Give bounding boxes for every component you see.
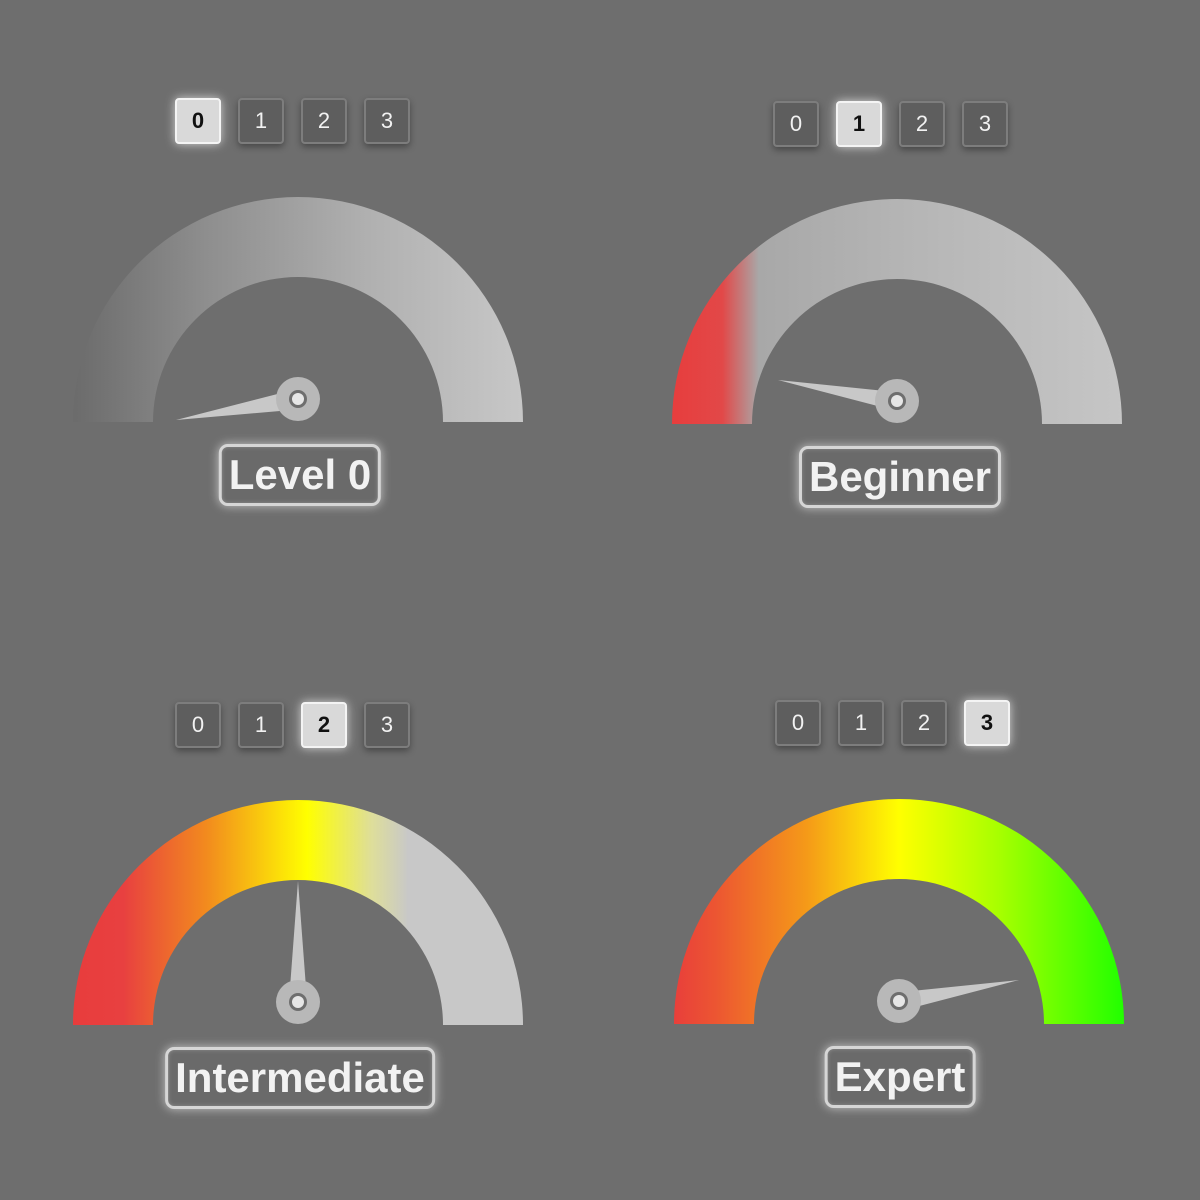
level-3-button[interactable]: 3 xyxy=(364,98,410,144)
level-0-button[interactable]: 0 xyxy=(773,101,819,147)
level-2-button[interactable]: 2 xyxy=(301,702,347,748)
skill-gauge xyxy=(672,199,1122,424)
level-2-button[interactable]: 2 xyxy=(901,700,947,746)
skill-gauge xyxy=(73,197,523,422)
level-0-button[interactable]: 0 xyxy=(175,98,221,144)
level-0-button[interactable]: 0 xyxy=(775,700,821,746)
level-caption: Intermediate xyxy=(165,1047,435,1109)
level-caption: Beginner xyxy=(798,446,1002,508)
level-2-button[interactable]: 2 xyxy=(301,98,347,144)
gauge-panel-0: 0 1 2 3 Level 0 xyxy=(0,0,600,600)
level-caption: Level 0 xyxy=(218,444,382,506)
level-1-button[interactable]: 1 xyxy=(836,101,882,147)
level-3-button[interactable]: 3 xyxy=(962,101,1008,147)
level-1-button[interactable]: 1 xyxy=(238,98,284,144)
level-3-button[interactable]: 3 xyxy=(964,700,1010,746)
gauge-panel-3: 0 1 2 3 Expert xyxy=(600,600,1200,1200)
skill-gauge xyxy=(73,800,523,1025)
skill-gauge xyxy=(674,799,1124,1024)
level-3-button[interactable]: 3 xyxy=(364,702,410,748)
level-0-button[interactable]: 0 xyxy=(175,702,221,748)
level-selector: 0 1 2 3 xyxy=(775,700,1010,746)
level-2-button[interactable]: 2 xyxy=(899,101,945,147)
gauge-panel-1: 0 1 2 3 Beginner xyxy=(600,0,1200,600)
level-caption: Expert xyxy=(824,1046,976,1108)
gauge-panel-2: 0 1 2 3 Intermediate xyxy=(0,600,600,1200)
level-1-button[interactable]: 1 xyxy=(238,702,284,748)
level-selector: 0 1 2 3 xyxy=(175,98,410,144)
level-1-button[interactable]: 1 xyxy=(838,700,884,746)
level-selector: 0 1 2 3 xyxy=(175,702,410,748)
level-selector: 0 1 2 3 xyxy=(773,101,1008,147)
